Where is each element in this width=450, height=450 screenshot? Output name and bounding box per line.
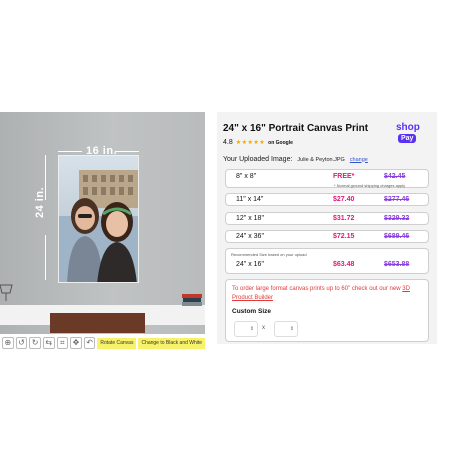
large-format-text: To order large format canvas prints up t… [232,286,401,292]
height-dimension-line [45,235,46,280]
size-option[interactable]: 24" x 36" $72.15 $689.46 [225,230,429,243]
books-decoration [182,294,202,306]
option-size: 24" x 16" [236,261,264,268]
option-original-price: $689.46 [384,233,410,240]
recommended-size-option[interactable]: Recommended Size based on your upload 24… [225,248,429,274]
option-price: FREE* [333,173,355,180]
page: 16 in. 24 in. ⊕ ↺ ↻ ⇆ ⌗ ✥ ↶ Rotate Canva… [0,0,450,450]
product-panel: 24" x 16" Portrait Canvas Print shopPay … [217,112,437,344]
option-original-price: $42.45 [384,173,406,180]
person-right [97,202,137,282]
product-title: 24" x 16" Portrait Canvas Print [223,123,369,134]
star-rating-icon: ★★★★★ [235,140,266,146]
change-image-link[interactable]: change [350,157,368,163]
custom-size-box: To order large format canvas prints up t… [225,279,429,342]
option-price: $72.15 [333,233,355,240]
dimension-separator: x [262,325,265,331]
rating-source: on Google [268,139,293,146]
drawer-decoration [50,313,145,333]
width-dimension-line [58,151,82,152]
custom-width-stepper[interactable]: ⇕ [234,321,258,337]
size-option[interactable]: 11" x 14" $27.40 $277.46 [225,193,429,206]
rating-row: 4.8 ★★★★★ on Google [223,139,293,146]
uploaded-image-row: Your Uploaded Image: Julie & Peyton.JPG … [223,156,368,163]
rotate-left-icon[interactable]: ↺ [15,337,28,349]
rotate-right-icon[interactable]: ↻ [29,337,41,349]
zoom-in-icon[interactable]: ⊕ [2,337,14,349]
shop-pay-button[interactable]: shopPay [396,122,437,144]
option-price: $27.40 [333,196,355,203]
option-original-price: $329.32 [384,215,410,222]
shipping-note: * Normal ground shipping charges apply [334,183,406,188]
custom-size-label: Custom Size [232,308,272,315]
preview-toolbar: ⊕ ↺ ↻ ⇆ ⌗ ✥ ↶ Rotate Canvas Change to Bl… [0,336,206,350]
canvas-photo [58,155,139,283]
option-size: 24" x 36" [236,233,264,240]
shop-brand: shop [396,122,420,133]
option-size: 12" x 18" [236,215,264,222]
rotate-canvas-button[interactable]: Rotate Canvas [97,337,137,349]
large-format-notice: To order large format canvas prints up t… [232,285,422,303]
custom-height-stepper[interactable]: ⇕ [274,321,298,337]
pay-badge: Pay [398,134,417,143]
uploaded-image-label: Your Uploaded Image: [223,156,293,163]
size-option[interactable]: 8" x 8" FREE* $42.45 * Normal ground shi… [225,169,429,188]
rating-value: 4.8 [223,139,233,146]
size-option[interactable]: 12" x 18" $31.72 $329.32 [225,212,429,225]
option-original-price: $277.46 [384,196,410,203]
recommended-note: Recommended Size based on your upload [231,252,307,257]
option-original-price: $653.88 [384,261,410,268]
flip-icon[interactable]: ⇆ [42,337,55,349]
move-icon[interactable]: ✥ [70,337,82,349]
undo-icon[interactable]: ↶ [83,337,96,349]
option-size: 8" x 8" [236,173,257,180]
uploaded-filename: Julie & Peyton.JPG [297,156,345,163]
option-price: $31.72 [333,215,355,222]
crop-icon[interactable]: ⌗ [56,337,69,349]
width-dimension-line [115,151,139,152]
option-size: 11" x 14" [236,196,264,203]
lamp-decoration [0,284,13,301]
black-and-white-button[interactable]: Change to Black and White [138,337,206,349]
width-dimension-label: 16 in. [86,145,118,157]
option-price: $63.48 [333,261,355,268]
height-dimension-label: 24 in. [34,186,46,218]
